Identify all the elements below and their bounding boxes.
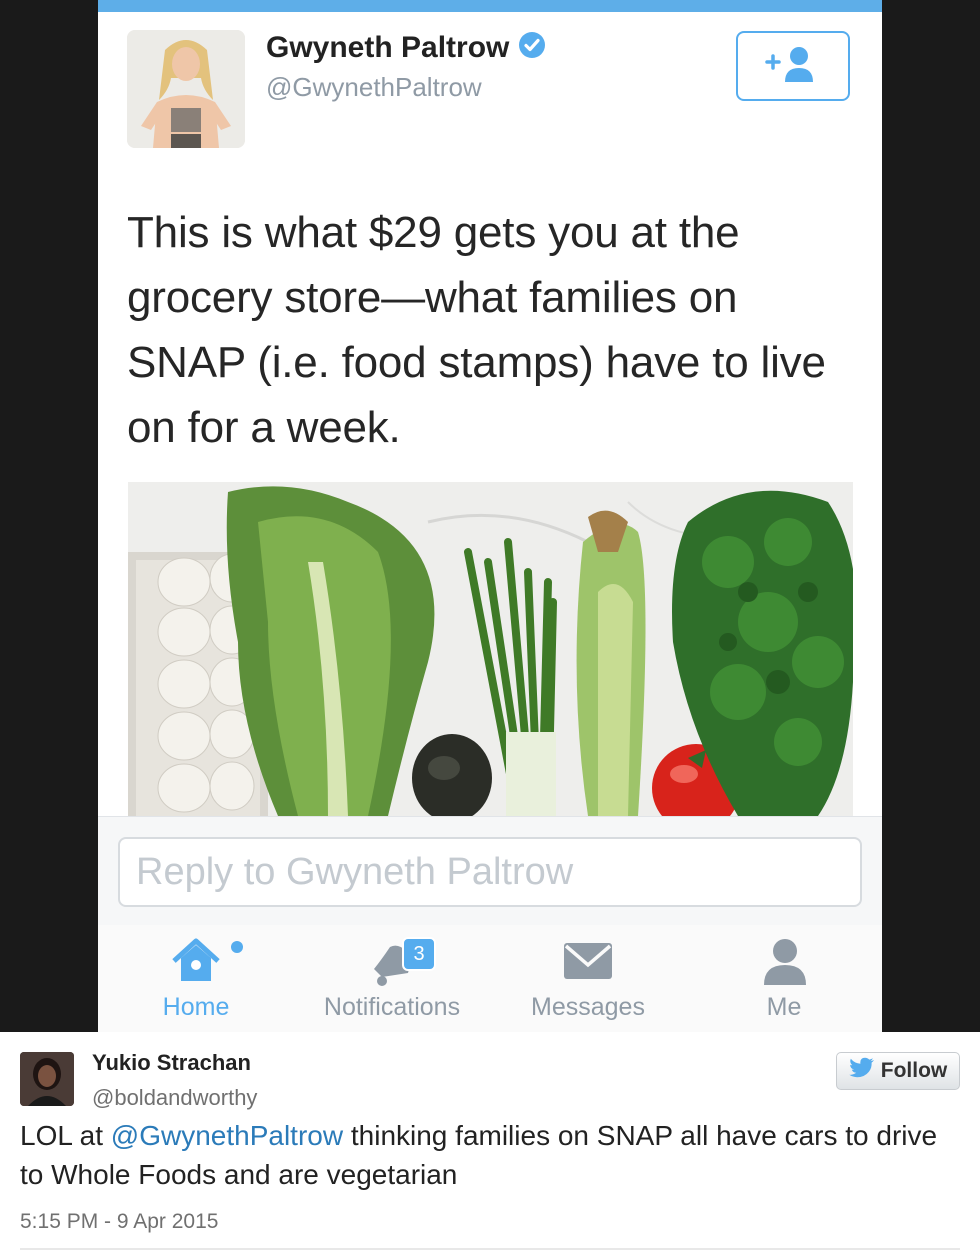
tweet-screen: Gwyneth Paltrow @GwynethPaltrow This is …: [98, 0, 882, 1032]
reply-bar: Reply to Gwyneth Paltrow: [98, 816, 882, 926]
envelope-icon: [564, 943, 612, 979]
new-content-dot: [231, 941, 243, 953]
reply-input[interactable]: Reply to Gwyneth Paltrow: [118, 837, 862, 907]
divider: [20, 1248, 960, 1250]
author-name-text[interactable]: Gwyneth Paltrow: [266, 31, 509, 64]
follow-user-button[interactable]: [736, 31, 850, 101]
top-bar: [98, 0, 882, 12]
reply-author-avatar[interactable]: [20, 1052, 74, 1106]
notifications-badge: 3: [402, 937, 436, 971]
reply-author-name[interactable]: Yukio Strachan: [92, 1050, 251, 1076]
reply-timestamp[interactable]: 5:15 PM - 9 Apr 2015: [20, 1210, 218, 1234]
tab-messages-label: Messages: [531, 993, 645, 1021]
tab-me[interactable]: Me: [686, 925, 882, 1032]
tab-messages[interactable]: Messages: [490, 925, 686, 1032]
embedded-tweet: Yukio Strachan @boldandworthy Follow LOL…: [0, 1032, 980, 1254]
reply-tweet-text: LOL at @GwynethPaltrow thinking families…: [20, 1116, 960, 1194]
tab-notifications-label: Notifications: [323, 993, 461, 1021]
reply-text-prefix: LOL at: [20, 1120, 111, 1151]
tweet-photo-groceries[interactable]: [128, 482, 853, 816]
tab-notifications[interactable]: 3 Notifications: [294, 925, 490, 1032]
person-icon: [764, 939, 806, 985]
tweet-text: This is what $29 gets you at the grocery…: [127, 208, 826, 452]
author-handle[interactable]: @GwynethPaltrow: [266, 72, 482, 103]
verified-badge-icon: [517, 30, 547, 68]
author-avatar[interactable]: [127, 30, 245, 148]
tab-home[interactable]: Home: [98, 925, 294, 1032]
tab-me-label: Me: [766, 993, 802, 1021]
home-icon: [172, 938, 220, 981]
mention-link[interactable]: @GwynethPaltrow: [111, 1120, 343, 1151]
reply-author-handle[interactable]: @boldandworthy: [92, 1085, 257, 1111]
tab-bar: Home 3 Notifications Messages Me: [98, 925, 882, 1032]
twitter-bird-icon: [848, 1057, 875, 1085]
author-name[interactable]: Gwyneth Paltrow: [266, 30, 547, 68]
follow-button-label: Follow: [880, 1059, 948, 1082]
tab-home-label: Home: [162, 993, 230, 1021]
follow-button[interactable]: Follow: [836, 1052, 960, 1090]
add-user-icon: [763, 44, 823, 89]
